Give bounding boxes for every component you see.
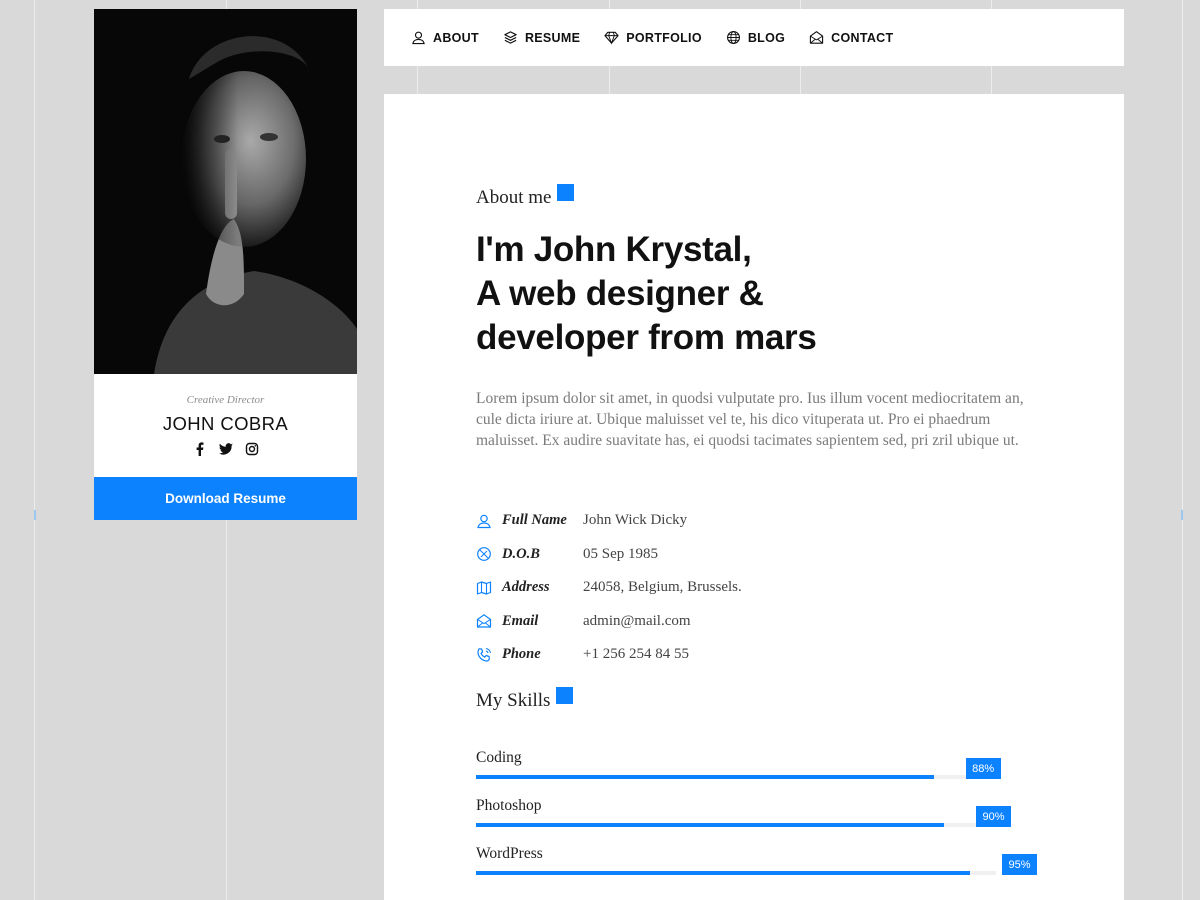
info-value: +1 256 254 84 55 bbox=[583, 646, 689, 663]
info-value: 05 Sep 1985 bbox=[583, 545, 658, 562]
social-links bbox=[94, 441, 357, 457]
info-value: 24058, Belgium, Brussels. bbox=[583, 579, 742, 596]
profile-card: Creative Director JOHN COBRA Download Re… bbox=[94, 9, 357, 520]
skill-bar-fill bbox=[476, 823, 944, 827]
accent-square bbox=[557, 184, 575, 201]
headline: I'm John Krystal, A web designer & devel… bbox=[476, 228, 1036, 360]
envelope-open-icon bbox=[476, 614, 492, 628]
info-row-email: Email admin@mail.com bbox=[476, 605, 1036, 639]
skill-track bbox=[476, 775, 996, 779]
skill-track bbox=[476, 871, 996, 875]
accent-square bbox=[556, 687, 574, 704]
nav-label: ABOUT bbox=[433, 30, 479, 45]
profile-role: Creative Director bbox=[186, 394, 265, 406]
headline-line: I'm John Krystal, bbox=[476, 230, 752, 269]
skill-name: Photoshop bbox=[476, 797, 542, 814]
info-value: admin@mail.com bbox=[583, 612, 691, 629]
info-label: Full Name bbox=[502, 512, 567, 529]
skills-list: Coding 88% Photoshop 90% WordPress 95% bbox=[476, 746, 1037, 890]
info-label: D.O.B bbox=[502, 545, 540, 562]
bio-paragraph: Lorem ipsum dolor sit amet, in quodsi vu… bbox=[476, 390, 1024, 449]
grid-tick bbox=[1181, 510, 1183, 520]
about-title-text: About me bbox=[476, 187, 552, 208]
skill-item: Coding 88% bbox=[476, 746, 1032, 794]
twitter-icon[interactable] bbox=[218, 441, 234, 457]
download-resume-button[interactable]: Download Resume bbox=[94, 477, 357, 520]
globe-icon bbox=[726, 31, 740, 44]
skills-title-text: My Skills bbox=[476, 690, 551, 711]
layers-icon bbox=[504, 31, 517, 44]
headline-line: A web designer & bbox=[476, 274, 764, 313]
envelope-open-icon bbox=[810, 31, 824, 44]
phone-icon bbox=[477, 647, 491, 662]
skill-percent-badge: 88% bbox=[965, 758, 1001, 779]
nav-label: RESUME bbox=[524, 30, 581, 45]
grid-line bbox=[34, 0, 35, 900]
nav-item-resume[interactable]: RESUME bbox=[503, 30, 580, 45]
info-label: Email bbox=[502, 612, 539, 629]
grid-tick bbox=[34, 510, 36, 520]
info-label: Address bbox=[502, 579, 550, 596]
user-icon bbox=[412, 31, 425, 45]
profile-name: JOHN COBRA bbox=[162, 413, 289, 434]
skill-name: WordPress bbox=[476, 845, 543, 862]
skill-item: WordPress 95% bbox=[476, 842, 1037, 890]
nav-label: PORTFOLIO bbox=[626, 30, 702, 45]
nav-item-contact[interactable]: CONTACT bbox=[809, 30, 893, 45]
diamond-icon bbox=[604, 31, 619, 45]
nav-item-about[interactable]: ABOUT bbox=[411, 30, 479, 45]
nav-label: CONTACT bbox=[831, 30, 894, 45]
info-row-phone: Phone +1 256 254 84 55 bbox=[476, 638, 1036, 672]
headline-line: developer from mars bbox=[476, 318, 817, 357]
instagram-icon[interactable] bbox=[244, 441, 260, 457]
calendar-icon bbox=[477, 547, 491, 562]
skill-track bbox=[476, 823, 996, 827]
skill-percent-badge: 90% bbox=[976, 806, 1011, 827]
profile-photo bbox=[94, 9, 357, 374]
skill-bar-fill bbox=[476, 871, 970, 875]
about-panel: About me I'm John Krystal, A web designe… bbox=[384, 94, 1124, 900]
facebook-icon[interactable] bbox=[192, 441, 208, 457]
skill-bar-fill bbox=[476, 775, 934, 779]
info-row-dob: D.O.B 05 Sep 1985 bbox=[476, 538, 1036, 572]
nav-item-portfolio[interactable]: PORTFOLIO bbox=[604, 30, 702, 45]
user-icon bbox=[477, 514, 491, 528]
skill-percent-badge: 95% bbox=[1002, 854, 1037, 875]
skill-name: Coding bbox=[476, 749, 522, 766]
info-value: John Wick Dicky bbox=[583, 512, 688, 529]
top-nav: ABOUT RESUME PORTFOLIO BLOG CONTACT bbox=[384, 9, 1124, 66]
about-section-title: About me bbox=[476, 184, 575, 209]
nav-item-blog[interactable]: BLOG bbox=[726, 30, 785, 45]
skill-item: Photoshop 90% bbox=[476, 794, 1032, 842]
nav-label: BLOG bbox=[747, 30, 786, 45]
info-row-full-name: Full Name John Wick Dicky bbox=[476, 504, 1036, 538]
skills-section-title: My Skills bbox=[476, 687, 574, 712]
map-icon bbox=[476, 581, 492, 595]
info-row-address: Address 24058, Belgium, Brussels. bbox=[476, 571, 1036, 605]
personal-info-list: Full Name John Wick Dicky D.O.B 05 Sep 1… bbox=[476, 504, 1036, 672]
grid-line bbox=[1182, 0, 1183, 900]
info-label: Phone bbox=[502, 646, 541, 663]
